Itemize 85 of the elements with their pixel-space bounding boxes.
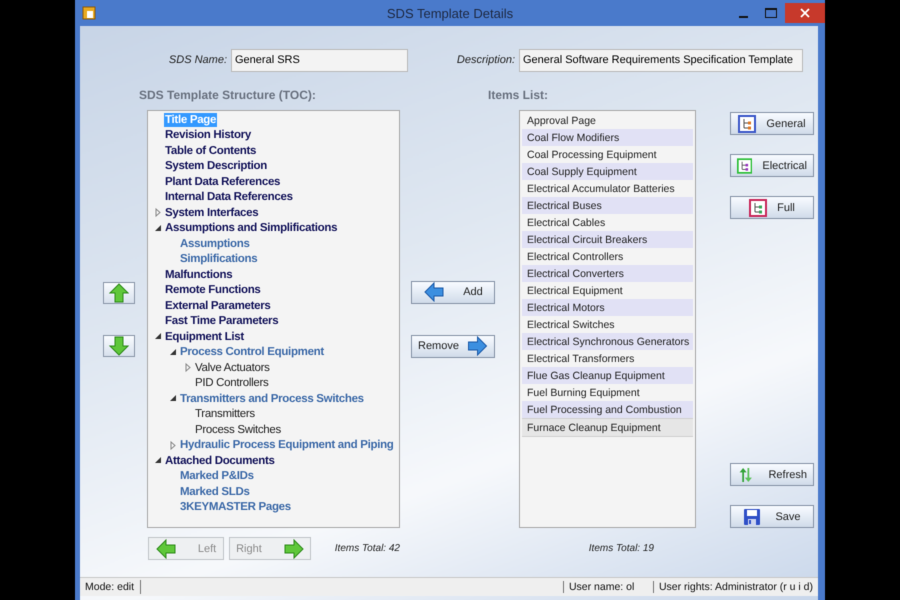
list-item[interactable]: Electrical Cables [522,214,693,231]
remove-button[interactable]: Remove [411,334,495,358]
list-item[interactable]: Electrical Motors [522,299,693,316]
tree-item[interactable]: 3KEYMASTER Pages [179,500,292,514]
status-user-rights: User rights: Administrator (r u i d) [652,581,818,593]
list-item[interactable]: Electrical Accumulator Batteries [522,180,693,197]
minimize-icon [738,16,748,18]
list-item[interactable]: Approval Page [522,112,693,129]
save-button[interactable]: Save [730,505,814,528]
status-user-name: User name: ol [562,581,653,593]
tree-structure-icon [738,114,756,132]
tree-item[interactable]: Malfunctions [164,268,234,282]
tree-item[interactable]: Attached Documents [164,454,276,468]
template-button[interactable]: Electrical [730,154,814,177]
items-total: Items Total: 42 [334,543,400,554]
arrow-icon [156,538,176,558]
tree-structure-icon [737,156,752,174]
expand-arrow-icon[interactable] [169,348,178,357]
expand-arrow-icon[interactable] [154,332,163,342]
tree-item[interactable]: PID Controllers [194,376,270,390]
tree-item[interactable]: Marked P&IDs [179,469,255,484]
list-item[interactable]: Electrical Buses [522,197,693,214]
section-heading: Items List: [488,88,548,102]
tree-item[interactable]: Process Control Equipment [179,345,325,360]
template-button[interactable]: General [730,112,814,135]
field-label: SDS Name: [168,54,228,66]
list-item[interactable]: Electrical Switches [522,316,693,333]
tree-item[interactable]: Valve Actuators [194,360,271,375]
list-item[interactable]: Coal Supply Equipment [522,163,693,180]
tree-item[interactable]: Assumptions [179,236,251,251]
tree-item[interactable]: External Parameters [164,298,272,313]
window-title: SDS Template Details [386,6,514,20]
list-item[interactable]: Electrical Transformers [522,350,693,367]
list-item[interactable]: Electrical Synchronous Generators [522,333,693,350]
list-item[interactable]: Coal Processing Equipment [522,146,693,163]
list-item[interactable]: Electrical Equipment [522,282,693,299]
arrow-up-icon [109,282,129,302]
tree-item[interactable]: Revision History [164,128,252,142]
expand-arrow-icon[interactable] [169,394,178,404]
list-item[interactable]: Furnace Cleanup Equipment [522,418,693,437]
expand-arrow-icon[interactable] [154,224,163,233]
tree-item[interactable]: Simplifications [179,252,258,266]
name-field[interactable]: General SRS [231,48,408,72]
template-button[interactable]: Full [730,196,814,219]
tree-item[interactable]: Internal Data References [164,190,294,204]
close-icon [800,8,810,18]
close-button[interactable] [785,3,825,23]
tree-item[interactable]: Table of Contents [164,144,258,158]
list-item[interactable]: Fuel Burning Equipment [522,384,693,401]
tree-item[interactable]: Process Switches [194,422,282,437]
tree-structure-icon [749,198,768,216]
field-label: Description: [456,54,516,66]
items-total: Items Total: 19 [588,543,654,554]
move-up-button[interactable] [103,282,135,304]
list-item[interactable]: Coal Flow Modifiers [522,129,693,146]
list-item[interactable]: Electrical Circuit Breakers [522,231,693,248]
list-item[interactable]: Electrical Converters [522,265,693,282]
tree-item[interactable]: Assumptions and Simplifications [164,221,338,236]
app-icon [82,6,96,20]
tree-item[interactable]: System Description [164,159,268,174]
tree-item[interactable]: Marked SLDs [179,484,251,499]
description-field[interactable]: General Software Requirements Specification Template [519,48,803,72]
tree-item[interactable]: Transmitters and Process Switches [179,392,365,406]
tree-item[interactable]: Transmitters [194,407,256,422]
arrow-icon [284,538,304,558]
arrow-icon [466,336,488,356]
section-heading: SDS Template Structure (TOC): [139,88,316,102]
list-item[interactable]: Electrical Controllers [522,248,693,265]
arrow-icon [423,282,446,302]
list-item[interactable]: Flue Gas Cleanup Equipment [522,367,693,384]
refresh-button[interactable]: Refresh [730,463,814,486]
tree-item[interactable]: Fast Time Parameters [164,314,280,328]
move-down-button[interactable] [103,334,135,356]
tree-item[interactable]: System Interfaces [164,206,260,220]
tree-item[interactable]: Remote Functions [164,283,262,298]
tree-item[interactable]: Hydraulic Process Equipment and Piping [179,438,395,452]
tree-item[interactable]: Equipment List [164,330,245,344]
save-icon [743,508,762,526]
add-button[interactable]: Add [411,280,495,304]
maximize-icon [765,8,777,18]
list-item[interactable]: Fuel Processing and Combustion [522,401,693,418]
tree-item[interactable]: Plant Data References [164,174,282,189]
expand-arrow-icon[interactable] [154,456,163,466]
arrow-down-icon [109,336,129,356]
status-mode: Mode: edit [84,581,136,593]
